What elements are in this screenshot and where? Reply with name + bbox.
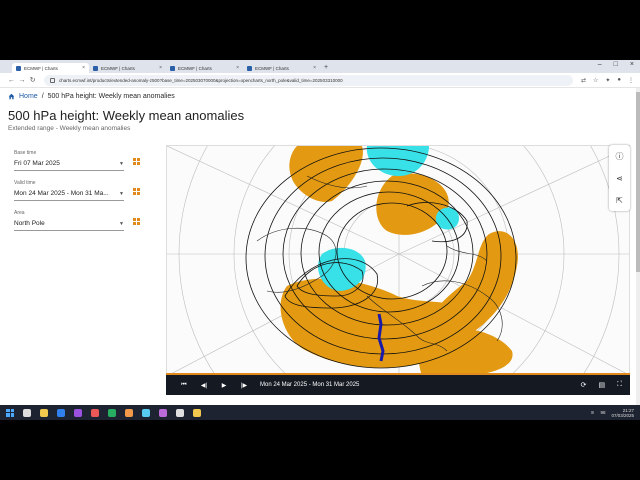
profile-icon[interactable]: ●	[617, 77, 621, 84]
dropdown-arrow-icon: ▼	[119, 220, 124, 227]
window-controls: – □ ×	[598, 61, 634, 68]
loop-icon[interactable]: ⟳	[581, 381, 587, 389]
app-icon[interactable]	[108, 408, 116, 417]
bookmark-star-icon[interactable]: ☆	[593, 77, 598, 84]
dropdown-arrow-icon: ▼	[119, 190, 124, 197]
ecmwf-favicon-icon	[247, 65, 252, 71]
browser-toolbar: ← → ↻ charts.ecmwf.int/products/extended…	[0, 73, 640, 88]
time-player-bar: ⏮ ◀︎| ▶ |▶︎ Mon 24 Mar 2025 - Mon 31 Mar…	[166, 375, 630, 395]
close-tab-icon[interactable]: ×	[313, 65, 316, 71]
dropdown-arrow-icon: ▼	[119, 160, 124, 167]
area-field: Area North Pole ▼	[14, 210, 124, 231]
page-scrollbar[interactable]	[636, 88, 640, 420]
tab-label: ECMWF | Charts	[101, 65, 135, 71]
area-value: North Pole	[14, 220, 45, 227]
windows-start-icon[interactable]	[6, 408, 14, 417]
valid-time-select[interactable]: Mon 24 Mar 2025 - Mon 31 Ma... ▼	[14, 190, 124, 201]
layers-icon[interactable]: ▤	[598, 381, 605, 389]
taskbar-clock[interactable]: 21:27 07/03/2025	[611, 408, 634, 418]
tab-label: ECMWF | Charts	[24, 65, 58, 71]
page-title: 500 hPa height: Weekly mean anomalies	[8, 108, 245, 123]
play-icon[interactable]: ▶	[214, 382, 234, 389]
valid-time-label: Valid time	[14, 180, 36, 186]
anomaly-map-svg	[167, 146, 629, 374]
base-time-select[interactable]: Fri 07 Mar 2025 ▼	[14, 160, 124, 171]
browser-tab[interactable]: ECMWF | Charts ×	[12, 63, 89, 73]
app-icon[interactable]	[159, 408, 167, 417]
search-icon[interactable]	[23, 408, 31, 417]
address-bar[interactable]: charts.ecmwf.int/products/extended-anoma…	[44, 74, 573, 86]
ecmwf-favicon-icon	[93, 65, 98, 71]
browser-tab[interactable]: ECMWF | Charts ×	[89, 63, 166, 73]
next-step-icon[interactable]: |▶︎	[234, 382, 254, 389]
file-explorer-icon[interactable]	[40, 408, 48, 417]
map-side-toolbar: ⓘ ⋖ ⇱	[609, 145, 630, 211]
system-tray: ≋ 98 21:27 07/03/2025	[591, 408, 634, 418]
previous-step-icon[interactable]: ◀︎|	[194, 382, 214, 389]
discord-icon[interactable]	[74, 408, 82, 417]
battery-level: 98	[600, 410, 606, 415]
fullscreen-icon[interactable]: ⛶	[617, 381, 622, 389]
area-select[interactable]: North Pole ▼	[14, 220, 124, 231]
base-time-value: Fri 07 Mar 2025	[14, 160, 60, 167]
windows-taskbar: ≋ 98 21:27 07/03/2025	[0, 405, 640, 420]
area-grid-button[interactable]	[133, 218, 140, 225]
valid-time-value: Mon 24 Mar 2025 - Mon 31 Ma...	[14, 190, 109, 197]
app-icon[interactable]	[125, 408, 133, 417]
browser-tab[interactable]: ECMWF | Charts ×	[166, 63, 243, 73]
site-info-icon[interactable]	[50, 77, 56, 83]
player-right-controls: ⟳ ▤ ⛶	[581, 381, 622, 389]
tab-label: ECMWF | Charts	[178, 65, 212, 71]
share-icon[interactable]: ⋖	[616, 174, 623, 183]
anomaly-map[interactable]	[166, 145, 630, 375]
valid-time-grid-button[interactable]	[133, 188, 140, 195]
app-icon[interactable]	[91, 408, 99, 417]
breadcrumb: Home / 500 hPa height: Weekly mean anoma…	[8, 93, 175, 100]
translate-icon[interactable]: ⇄	[581, 77, 586, 84]
reload-icon[interactable]: ↻	[27, 76, 38, 84]
chrome-icon[interactable]	[193, 408, 201, 417]
breadcrumb-separator: /	[41, 93, 44, 100]
base-time-grid-button[interactable]	[133, 158, 140, 165]
forward-icon[interactable]: →	[17, 77, 28, 84]
close-tab-icon[interactable]: ×	[236, 65, 239, 71]
app-icon[interactable]	[176, 408, 184, 417]
toolbar-icons: ⇄ ☆ ✦ ● ⋮	[581, 77, 634, 84]
info-icon[interactable]: ⓘ	[616, 151, 624, 162]
app-icon[interactable]	[142, 408, 150, 417]
wifi-icon[interactable]: ≋	[591, 410, 595, 416]
area-label: Area	[14, 210, 25, 216]
new-tab-button[interactable]: +	[324, 63, 328, 73]
close-window-icon[interactable]: ×	[630, 61, 634, 68]
url-text: charts.ecmwf.int/products/extended-anoma…	[59, 77, 343, 83]
ecmwf-favicon-icon	[16, 65, 21, 71]
clock-date: 07/03/2025	[611, 412, 634, 418]
valid-time-field: Valid time Mon 24 Mar 2025 - Mon 31 Ma..…	[14, 180, 124, 201]
home-icon	[8, 93, 15, 100]
maximize-icon[interactable]: □	[614, 61, 618, 68]
base-time-field: Base time Fri 07 Mar 2025 ▼	[14, 150, 124, 171]
edge-browser-icon[interactable]	[57, 408, 65, 417]
extensions-icon[interactable]: ✦	[605, 77, 610, 84]
close-tab-icon[interactable]: ×	[159, 65, 162, 71]
page-subtitle: Extended range - Weekly mean anomalies	[8, 125, 131, 132]
browser-tab[interactable]: ECMWF | Charts ×	[243, 63, 320, 73]
breadcrumb-current: 500 hPa height: Weekly mean anomalies	[47, 93, 175, 100]
tab-label: ECMWF | Charts	[255, 65, 289, 71]
player-date-range: Mon 24 Mar 2025 - Mon 31 Mar 2025	[260, 382, 360, 388]
base-time-label: Base time	[14, 150, 37, 156]
export-icon[interactable]: ⇱	[616, 196, 623, 205]
breadcrumb-home-link[interactable]: Home	[19, 93, 38, 100]
menu-icon[interactable]: ⋮	[628, 77, 634, 84]
close-tab-icon[interactable]: ×	[82, 65, 85, 71]
minimize-icon[interactable]: –	[598, 61, 602, 68]
browser-window: ECMWF | Charts × ECMWF | Charts × ECMWF | …	[0, 60, 640, 420]
back-icon[interactable]: ←	[6, 77, 17, 84]
first-step-icon[interactable]: ⏮	[174, 382, 194, 389]
scrollbar-thumb[interactable]	[636, 92, 640, 272]
ecmwf-favicon-icon	[170, 65, 175, 71]
tab-strip: ECMWF | Charts × ECMWF | Charts × ECMWF | …	[0, 60, 640, 73]
